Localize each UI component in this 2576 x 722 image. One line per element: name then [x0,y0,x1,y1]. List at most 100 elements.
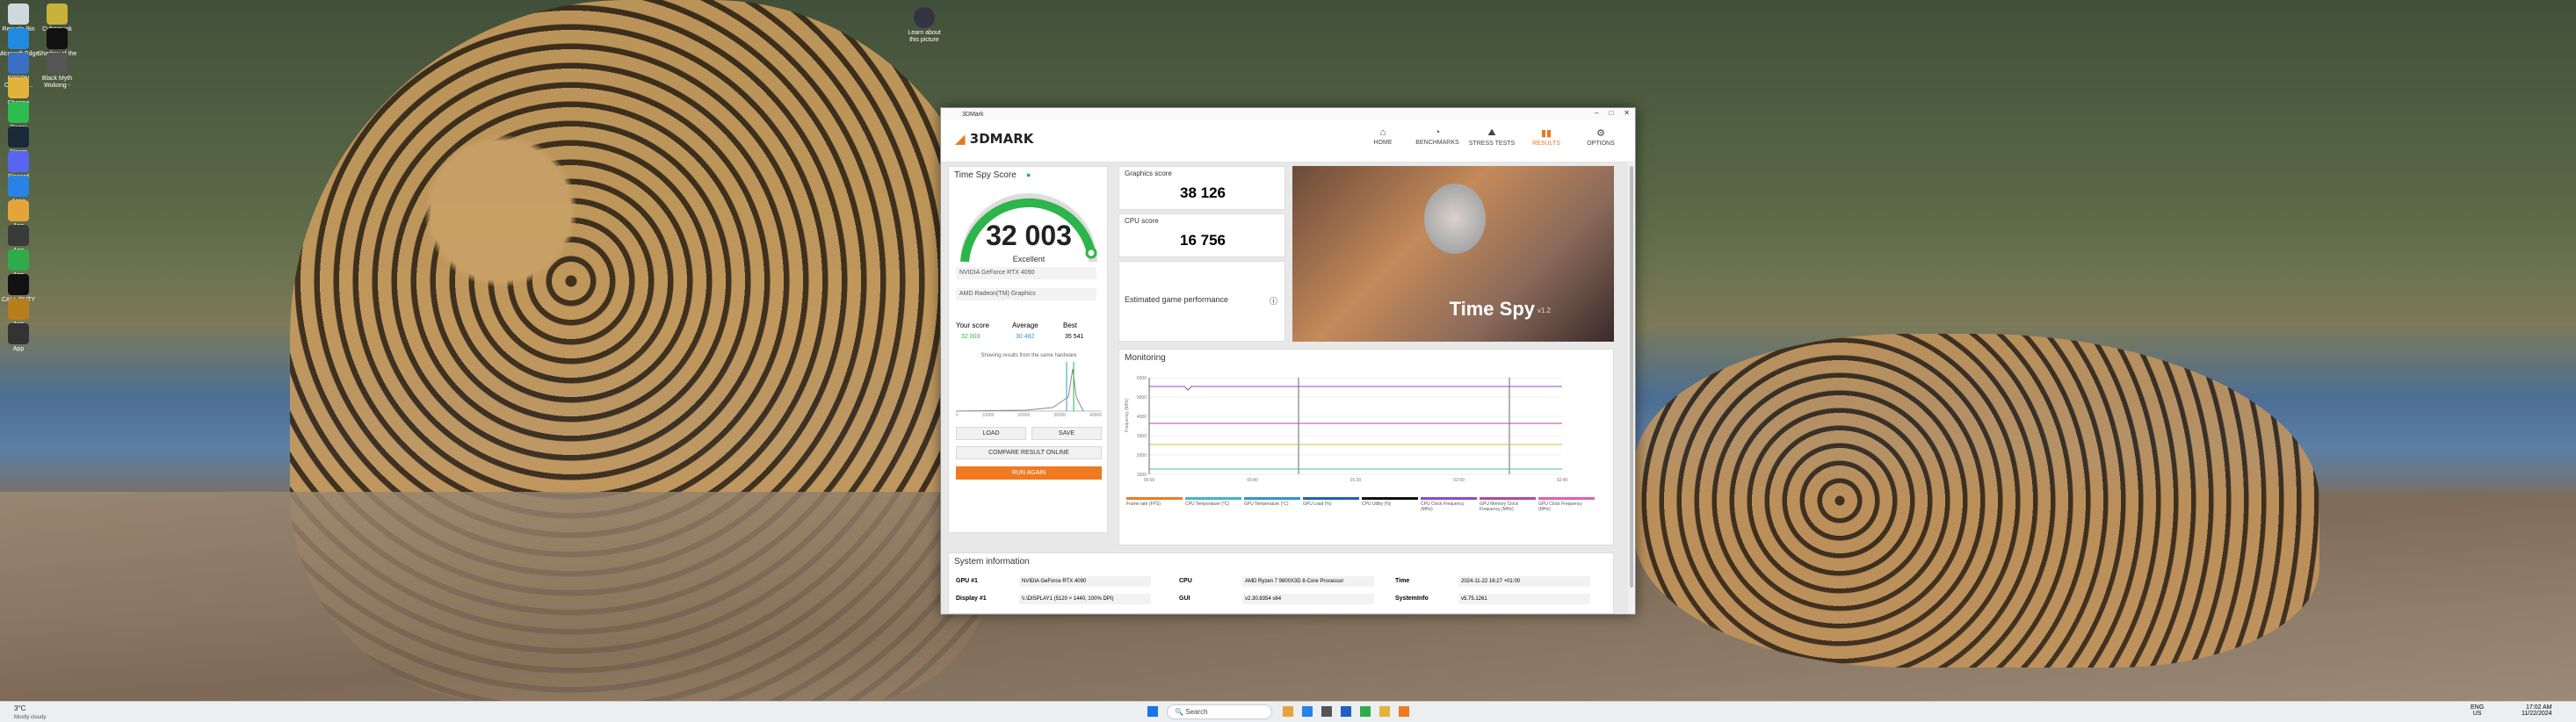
igpu-select[interactable]: AMD Radeon(TM) Graphics [956,288,1096,300]
weather-temp: 3°C [14,704,26,712]
graphics-score-value: 38 126 [1180,184,1226,201]
check-icon: ● [1026,170,1031,179]
desktop-icon-label: App [12,346,25,352]
run-again-button[interactable]: RUN AGAIN [956,466,1102,480]
maximize-button[interactable]: □ [1609,109,1613,117]
graphics-score-card: Graphics score 38 126 [1118,166,1285,210]
app-icon [8,28,29,49]
gpu-select[interactable]: NVIDIA GeForce RTX 4090 [956,267,1096,279]
3dmark-icon[interactable] [1399,706,1409,717]
x-tick-label: 00:00 [1144,478,1155,483]
scrollbar-thumb[interactable] [1630,166,1633,588]
legend-label: CPU Clock Frequency (MHz) [1421,502,1465,512]
legend-swatch [1421,497,1477,500]
weather-desc: Mostly cloudy [14,715,47,720]
app-icon[interactable] [1321,706,1332,717]
clock[interactable]: 17:02 AM 11/22/2024 [2522,704,2552,717]
window-title: 3DMark [962,111,984,118]
legend-swatch [1244,497,1300,500]
score-card: Time Spy Score ● 32 003 Excellent NVIDIA… [948,166,1108,533]
start-icon[interactable] [1147,706,1158,717]
y-tick-label: 3000 [1137,434,1147,439]
distribution-ticks: 0 10000 20000 30000 40000 [956,413,1102,418]
app-icon [8,200,29,221]
nav-stress-tests[interactable]: ⛰ STRESS TESTS [1468,127,1516,147]
app-icon [8,176,29,197]
monitoring-card: Monitoring 6000 5000 4000 3000 2000 1000 00:00… [1118,349,1614,545]
time-spy-banner: Time Spy v1.2 [1292,166,1614,342]
legend-swatch [1480,497,1536,500]
tick-label: 10000 [981,413,995,418]
nav-benchmarks[interactable]: ◔ BENCHMARKS [1414,127,1461,147]
store-icon[interactable] [1341,706,1351,717]
app-icon [8,102,29,123]
app2-icon[interactable] [1360,706,1371,717]
scrollbar[interactable] [1628,162,1635,614]
nav-icon: ▮▮ [1540,128,1552,139]
app-icon [8,53,29,74]
learn-picture-icon[interactable]: Learn about this picture [902,7,946,44]
monitoring-chart: 60005000400030002000100000:00 00:40 01:20 0… [1125,376,1568,483]
app-icon [8,77,29,98]
nav-icon: ⛰ [1487,127,1496,138]
score-distribution-chart [956,362,1102,412]
best-label: Best [1063,321,1078,329]
app-icon [8,225,29,246]
legend-item: GPU Clock Frequency (MHz) [1538,497,1595,512]
legend-item: Frame rate (FPS) [1126,497,1183,512]
load-button[interactable]: LOAD [956,427,1026,440]
minimize-button[interactable]: – [1595,109,1598,117]
edge-icon[interactable] [1302,706,1313,717]
save-button[interactable]: SAVE [1031,427,1102,440]
app-header: ◢ 3DMARK ⌂ HOME ◔ BENCHMARKS ⛰ STRESS TESTS ▮▮… [941,120,1635,162]
taskbar: 3°C Mostly cloudy 🔍 Search ENG US 17:02 A… [0,701,2576,722]
graphics-score-label: Graphics score [1125,170,1172,177]
gui-label: GUI [1179,596,1190,602]
weather-widget[interactable]: 3°C Mostly cloudy [14,704,46,720]
legend-item: GPU Memory Clock Frequency (MHz) [1480,497,1536,512]
cpu-value: AMD Ryzen 7 9800X3D 8-Core Processor [1242,576,1374,587]
app-icon [47,4,68,25]
nav-options[interactable]: ⚙ OPTIONS [1577,127,1624,147]
legend-label: GPU Clock Frequency (MHz) [1538,502,1582,512]
close-button[interactable]: ✕ [1624,109,1630,117]
desktop-icon[interactable]: Black Myth Wukong - [35,53,79,90]
nav-results[interactable]: ▮▮ RESULTS [1523,127,1570,147]
nav-label: HOME [1373,140,1393,146]
title-bar: 3DMark – □ ✕ [941,108,1635,120]
hardware-note: Showing results from the same hardware [980,353,1077,358]
legend-swatch [1126,497,1183,500]
cpu-score-card: CPU score 16 756 [1118,213,1285,257]
legend-label: GPU Memory Clock Frequency (MHz) [1480,502,1519,512]
nav-home[interactable]: ⌂ HOME [1359,127,1407,147]
cpu-score-value: 16 756 [1180,232,1226,249]
legend-item: GPU Load (%) [1303,497,1359,512]
legend-item: CPU Clock Frequency (MHz) [1421,497,1477,512]
sysinfo-title: System information [954,557,1030,567]
nav-label: BENCHMARKS [1415,140,1459,146]
info-icon[interactable]: ⓘ [1270,295,1277,307]
time-value: 2024-11-22 16:27 +01:00 [1458,576,1590,587]
gpu-label: GPU #1 [956,578,978,584]
app-logo: ◢ 3DMARK [955,131,1034,147]
desktop-icon[interactable]: App [0,323,40,353]
y-axis-label: Frequency (MHz) [1125,398,1130,432]
taskbar-search[interactable]: 🔍 Search [1167,704,1272,719]
nav-icon: ⚙ [1596,128,1605,139]
legend-swatch [1362,497,1418,500]
wallpaper-leopard-body [1634,334,2319,668]
main-content: Time Spy Score ● 32 003 Excellent NVIDIA… [941,162,1630,614]
x-tick-label: 02:40 [1557,478,1568,483]
compare-button[interactable]: COMPARE RESULT ONLINE [956,446,1102,459]
system-info-card: System information GPU #1 NVIDIA GeForce… [948,552,1614,614]
file-explorer-icon[interactable] [1283,706,1293,717]
x-tick-label: 00:40 [1247,478,1258,483]
cpu-label: CPU [1179,578,1192,584]
legend-swatch [1185,497,1241,500]
chrome-icon[interactable] [1379,706,1390,717]
language-indicator[interactable]: ENG US [2471,704,2484,717]
total-score: 32 003 [986,220,1072,251]
app-icon [8,323,29,344]
your-score-value: 32 003 [961,334,980,340]
cpu-clock-line [1149,386,1562,391]
